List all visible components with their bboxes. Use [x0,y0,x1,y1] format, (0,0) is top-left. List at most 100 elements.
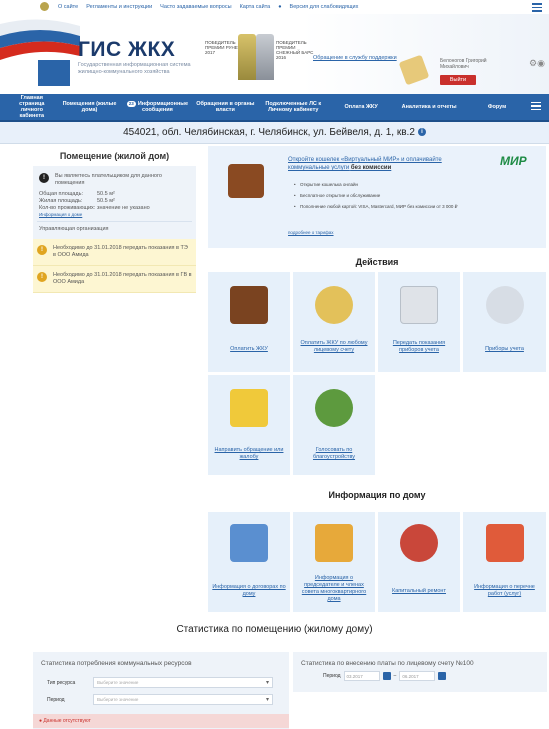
date-to-input[interactable]: 06.2017 [399,671,436,681]
house-info-title: Информация по дому [328,490,426,500]
contract-icon [230,524,268,562]
tile-label: Информация о перечне работ (услуг) [474,584,535,597]
promo-title[interactable]: Откройте кошелек «Виртуальный МИР» и опл… [288,156,468,172]
sitemap-link[interactable]: Карта сайта [240,4,271,10]
trophy-icon-2 [256,34,274,80]
payment-stats-panel: Статистика по внесению платы по лицевому… [293,652,547,692]
tile-send-appeal[interactable]: Направить обращение или жалобу [208,375,290,475]
promo-bullet: Открытие кошелька онлайн [294,182,474,188]
tile-label: Голосовать по благоустройству [312,447,356,460]
management-org-label: Управляющая организация [37,221,192,236]
living-area-label: Жилая площадь: [39,198,83,204]
envelope-icon [230,389,268,427]
nav-item-messages-label: Информационные сообщения [137,101,189,113]
messages-count-badge: 23 [126,101,136,107]
nav-item-home[interactable]: Главная страница личного кабинета [8,95,56,119]
tile-label: Передать показания приборов учета [392,340,446,353]
error-icon: ● [39,718,43,724]
logo-subtitle: Государственная информационная система ж… [78,62,191,75]
tile-council[interactable]: Информация о председателе и членах совет… [293,512,375,612]
tile-label: Оплатить ЖКУ по любому лицевому счету [300,340,368,353]
notice-item: ! Необходимо до 31.01.2018 передать пока… [33,266,196,293]
nav-item-messages[interactable]: 23 Информационные сообщения [123,101,191,113]
calendar-icon[interactable] [382,672,391,680]
tile-submit-readings[interactable]: Передать показания приборов учета [378,272,460,372]
house-icon [485,524,524,562]
date-from-input[interactable]: 03.2017 [343,671,380,681]
faq-link[interactable]: Часто задаваемые вопросы [160,4,231,10]
tile-contracts[interactable]: Информация о договорах по дому [208,512,290,612]
warning-icon: ! [37,272,47,282]
nav-item-analytics[interactable]: Аналитика и отчеты [395,104,463,110]
tile-pay-utilities[interactable]: Оплатить ЖКУ [208,272,290,372]
tree-icon [315,389,353,427]
tile-pay-any-account[interactable]: Оплатить ЖКУ по любому лицевому счету [293,272,375,372]
house-info-link[interactable]: Информация о доме [37,212,192,217]
period-label: Период [47,696,65,703]
logout-button[interactable]: Выйти [440,75,476,85]
address-text: 454021, обл. Челябинская, г. Челябинск, … [123,127,415,138]
avatar [398,54,430,86]
period-select[interactable]: Выберите значение ▾ [93,694,273,705]
award-snow-leopard: ПОБЕДИТЕЛЬ ПРЕМИИ СНЕЖНЫЙ БАРС 2016 [276,40,314,60]
mir-logo: МИР [500,154,527,168]
notice-text: Необходимо до 31.01.2018 передать показа… [53,245,188,258]
user-name[interactable]: Белоногов Григорий Михайлович [440,58,496,70]
payment-stats-title: Статистика по внесению платы по лицевому… [301,660,474,667]
nav-item-payment[interactable]: Оплата ЖКУ [327,104,395,110]
warning-icon: ! [37,245,47,255]
residents-row: Кол-во проживающих: значение не указано [37,205,192,212]
premises-panel: Помещение (жилой дом) ! Вы являетесь пла… [33,146,196,293]
accessibility-link[interactable]: Версия для слабовидящих [290,4,359,10]
stats-title: Статистика по помещению (жилому дому) [176,624,373,635]
nav-item-forum[interactable]: Форум [463,104,531,110]
wallet-icon [230,286,268,324]
eye-icon: ● [278,4,282,10]
tools-icon [400,524,438,562]
logo-building-icon [36,58,72,88]
info-icon[interactable]: i [417,128,426,137]
promo-bullet: Бесплатное открытие и обслуживание [294,193,474,199]
consumption-stats-title: Статистика потребления коммунальных ресу… [41,660,192,667]
site-header: ГИС ЖКХ Государственная информационная с… [0,14,549,94]
address-bar: 454021, обл. Челябинская, г. Челябинск, … [0,122,549,144]
owner-note: Вы являетесь плательщиком для данного по… [55,173,162,186]
emblem-icon [40,2,49,11]
notice-item: ! Необходимо до 31.01.2018 передать пока… [33,239,196,266]
info-dark-icon: ! [39,173,49,183]
nav-item-linked-accounts[interactable]: Подключенные ЛС к Личному кабинету [259,101,327,113]
payment-period-row: Период 03.2017 – 06.2017 [293,671,547,681]
tariffs-link[interactable]: подробнее о тарифах [288,230,334,235]
nav-item-appeals[interactable]: Обращения в органы власти [191,101,259,113]
calendar-icon[interactable] [438,672,447,680]
owner-note-row: ! Вы являетесь плательщиком для данного … [37,169,192,191]
nav-item-premises[interactable]: Помещения (жилые дома) [56,101,124,113]
no-data-text: Данные отсутствуют [43,718,91,724]
area-value: 50.5 м² [97,191,115,197]
menu-icon[interactable] [532,3,542,14]
tile-vote-improvement[interactable]: Голосовать по благоустройству [293,375,375,475]
chevron-down-icon: ▾ [265,680,269,686]
payment-period-label: Период [323,673,341,679]
residents-label: Кол-во проживающих: [39,205,96,211]
promo-bullets: Открытие кошелька онлайн Бесплатное откр… [294,182,474,215]
tile-label: Информация о договорах по дому [212,584,286,597]
living-area-row: Жилая площадь: 50.5 м² [37,198,192,205]
coins-icon [315,286,353,324]
chevron-down-icon: ▾ [265,697,269,703]
range-dash: – [393,673,397,679]
regulations-link[interactable]: Регламенты и инструкции [86,4,152,10]
nav-menu-icon[interactable] [531,101,541,113]
area-label: Общая площадь: [39,191,84,197]
support-link[interactable]: Обращение в службу поддержки [313,55,397,61]
residents-value: значение не указано [97,205,150,211]
tile-capital-repair[interactable]: Капитальный ремонт [378,512,460,612]
tile-works-list[interactable]: Информация о перечне работ (услуг) [463,512,546,612]
about-link[interactable]: О сайте [58,4,78,10]
living-area-value: 50.5 м² [97,198,115,204]
resource-type-select[interactable]: Выберите значение ▾ [93,677,273,688]
settings-icon[interactable]: ⚙◉ [529,58,545,69]
tile-meters[interactable]: Приборы учета [463,272,546,372]
premises-title: Помещение (жилой дом) [59,151,170,161]
resource-type-row: Тип ресурса Выберите значение ▾ [33,677,289,688]
